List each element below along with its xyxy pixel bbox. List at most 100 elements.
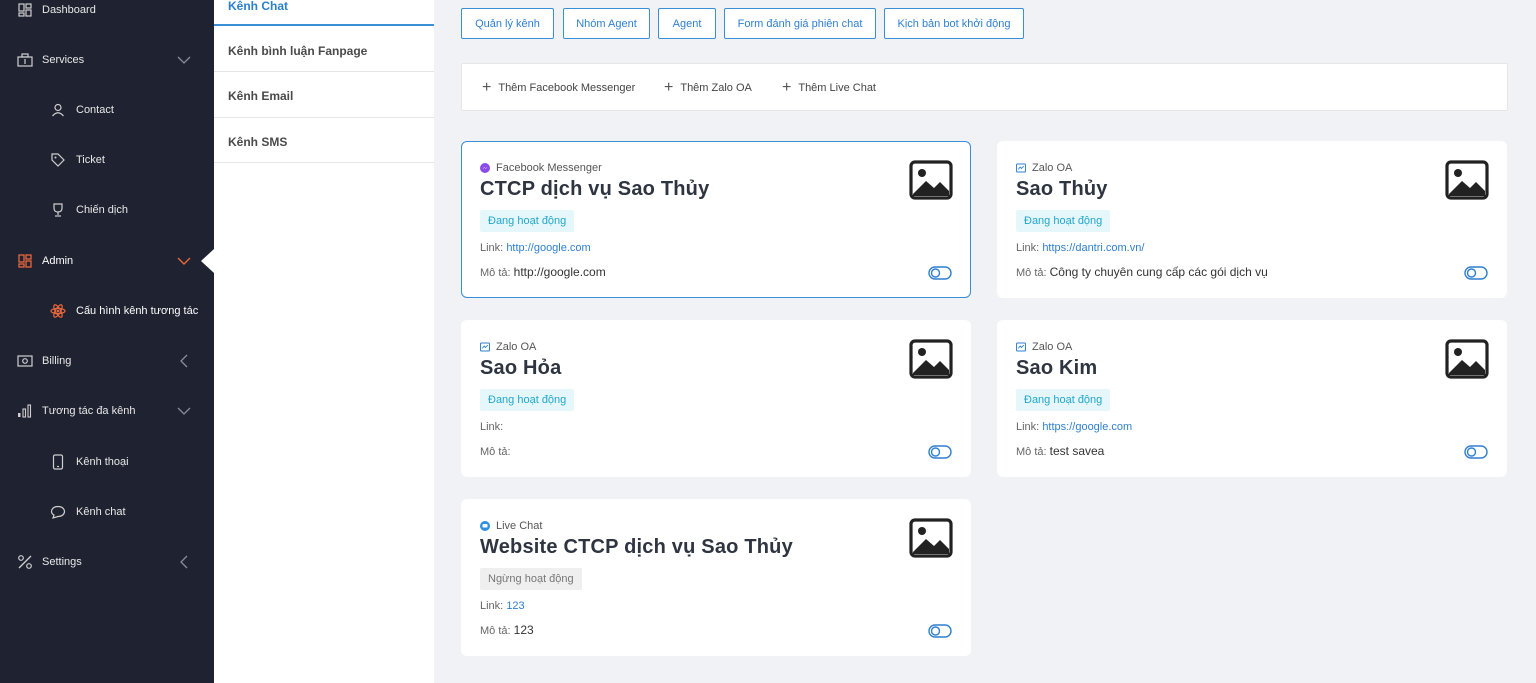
agent-button[interactable]: Agent [658, 8, 716, 39]
toggle-icon[interactable] [928, 445, 952, 459]
channel-type-label: Zalo OA [1032, 162, 1073, 174]
sidebar-item-chat-channel[interactable]: Kênh chat [0, 497, 214, 527]
chevron-down-icon [176, 52, 192, 68]
link-label: Link: [1016, 242, 1040, 254]
desc-label: Mô tả: [480, 446, 511, 458]
channel-card[interactable]: Zalo OA Sao Kim Đang hoạt động Link: htt… [997, 320, 1507, 477]
toggle-icon[interactable] [1464, 445, 1488, 459]
sidebar-item-voice-channel[interactable]: Kênh thoại [0, 447, 214, 477]
channel-link[interactable]: https://google.com [1042, 421, 1132, 433]
toggle-icon[interactable] [928, 624, 952, 638]
admin-icon [17, 253, 33, 269]
add-facebook-messenger-button[interactable]: + Thêm Facebook Messenger [482, 64, 635, 112]
zalo-icon [1016, 342, 1026, 352]
channel-type-label: Live Chat [496, 520, 543, 532]
sidebar-item-label: Contact [76, 104, 114, 116]
status-badge: Đang hoạt động [1016, 210, 1111, 232]
channel-description: 123 [513, 623, 534, 637]
zalo-icon [1016, 163, 1026, 173]
add-channel-bar: + Thêm Facebook Messenger + Thêm Zalo OA… [461, 63, 1508, 111]
channel-tab-email[interactable]: Kênh Email [214, 72, 434, 118]
sidebar-item-billing[interactable]: Billing [0, 346, 214, 376]
channel-name: Website CTCP dịch vụ Sao Thủy [480, 536, 793, 558]
messenger-icon [480, 163, 490, 173]
sidebar-item-label: Services [42, 54, 85, 66]
channel-type-label: Zalo OA [496, 341, 537, 353]
chevron-down-icon [176, 403, 192, 419]
sidebar-item-label: Admin [42, 255, 74, 267]
chevron-left-icon [176, 353, 192, 369]
sidebar-item-dashboard[interactable]: Dashboard [0, 0, 214, 25]
image-icon [909, 518, 953, 558]
status-badge: Đang hoạt động [480, 389, 575, 411]
sidebar-item-label: Cấu hình kênh tương tác [76, 305, 199, 317]
status-badge: Đang hoạt động [480, 210, 575, 232]
add-live-chat-button[interactable]: + Thêm Live Chat [782, 64, 876, 112]
services-icon [17, 52, 33, 68]
sidebar-item-campaign[interactable]: Chiến dịch [0, 195, 214, 225]
chat-rating-form-button[interactable]: Form đánh giá phiên chat [724, 8, 876, 39]
chart-icon [17, 403, 33, 419]
sidebar-item-channel-config[interactable]: Cấu hình kênh tương tác [0, 296, 214, 326]
billing-icon [17, 353, 33, 369]
link-label: Link: [480, 600, 504, 612]
desc-label: Mô tả: [480, 267, 511, 279]
sidebar-item-ticket[interactable]: Ticket [0, 145, 214, 175]
link-label: Link: [480, 421, 504, 433]
manage-channel-button[interactable]: Quản lý kênh [461, 8, 554, 39]
channel-card[interactable]: Live Chat Website CTCP dịch vụ Sao Thủy … [461, 499, 971, 656]
channel-description: Công ty chuyên cung cấp các gói dịch vụ [1049, 265, 1268, 279]
channel-link[interactable]: http://google.com [506, 242, 590, 254]
sidebar-item-contact[interactable]: Contact [0, 95, 214, 125]
toggle-icon[interactable] [1464, 266, 1488, 280]
channel-tab-fanpage-comments[interactable]: Kênh bình luận Fanpage [214, 26, 434, 72]
chevron-left-icon [176, 554, 192, 570]
desc-label: Mô tả: [1016, 446, 1047, 458]
toggle-icon[interactable] [928, 266, 952, 280]
sidebar-item-label: Kênh chat [76, 506, 126, 518]
image-icon [1445, 160, 1489, 200]
config-icon [50, 303, 66, 319]
sidebar-item-label: Tương tác đa kênh [42, 405, 136, 417]
channel-tab-chat[interactable]: Kênh Chat [214, 0, 434, 26]
sidebar-item-label: Settings [42, 556, 82, 568]
chevron-down-icon [176, 253, 192, 269]
agent-group-button[interactable]: Nhóm Agent [563, 8, 650, 39]
sidebar-item-label: Ticket [76, 154, 105, 166]
sidebar-item-admin[interactable]: Admin [0, 246, 214, 276]
channel-link[interactable]: 123 [506, 600, 524, 612]
ticket-icon [50, 152, 66, 168]
channel-name: Sao Thủy [1016, 178, 1108, 200]
sidebar-item-label: Dashboard [42, 4, 96, 16]
dashboard-icon [17, 2, 33, 18]
image-icon [909, 160, 953, 200]
sidebar-item-services[interactable]: Services [0, 45, 214, 75]
channel-type-label: Zalo OA [1032, 341, 1073, 353]
active-indicator [201, 249, 214, 273]
channel-card[interactable]: Zalo OA Sao Hỏa Đang hoạt động Link: Mô … [461, 320, 971, 477]
channel-tab-sms[interactable]: Kênh SMS [214, 117, 434, 163]
status-badge: Ngừng hoạt động [480, 568, 582, 590]
sidebar-item-settings[interactable]: Settings [0, 547, 214, 577]
live-chat-icon [480, 521, 490, 531]
desc-label: Mô tả: [480, 625, 511, 637]
channel-description: http://google.com [513, 265, 606, 279]
channel-type-list: Kênh Chat Kênh bình luận Fanpage Kênh Em… [214, 0, 434, 683]
bot-startup-script-button[interactable]: Kịch bản bot khởi động [884, 8, 1024, 39]
channel-name: Sao Hỏa [480, 357, 562, 379]
plus-icon: + [782, 79, 792, 96]
image-icon [1445, 339, 1489, 379]
desc-label: Mô tả: [1016, 267, 1047, 279]
trophy-icon [50, 202, 66, 218]
plus-icon: + [482, 79, 492, 96]
channel-description: test savea [1049, 444, 1105, 458]
zalo-icon [480, 342, 490, 352]
channel-card[interactable]: Facebook Messenger CTCP dịch vụ Sao Thủy… [461, 141, 971, 298]
channel-link[interactable]: https://dantri.com.vn/ [1042, 242, 1144, 254]
main-content: Quản lý kênh Nhóm Agent Agent Form đánh … [434, 0, 1536, 683]
add-zalo-oa-button[interactable]: + Thêm Zalo OA [664, 64, 752, 112]
channel-card[interactable]: Zalo OA Sao Thủy Đang hoạt động Link: ht… [997, 141, 1507, 298]
sidebar-item-omnichannel[interactable]: Tương tác đa kênh [0, 396, 214, 426]
link-label: Link: [1016, 421, 1040, 433]
sidebar-item-label: Kênh thoại [76, 456, 129, 468]
